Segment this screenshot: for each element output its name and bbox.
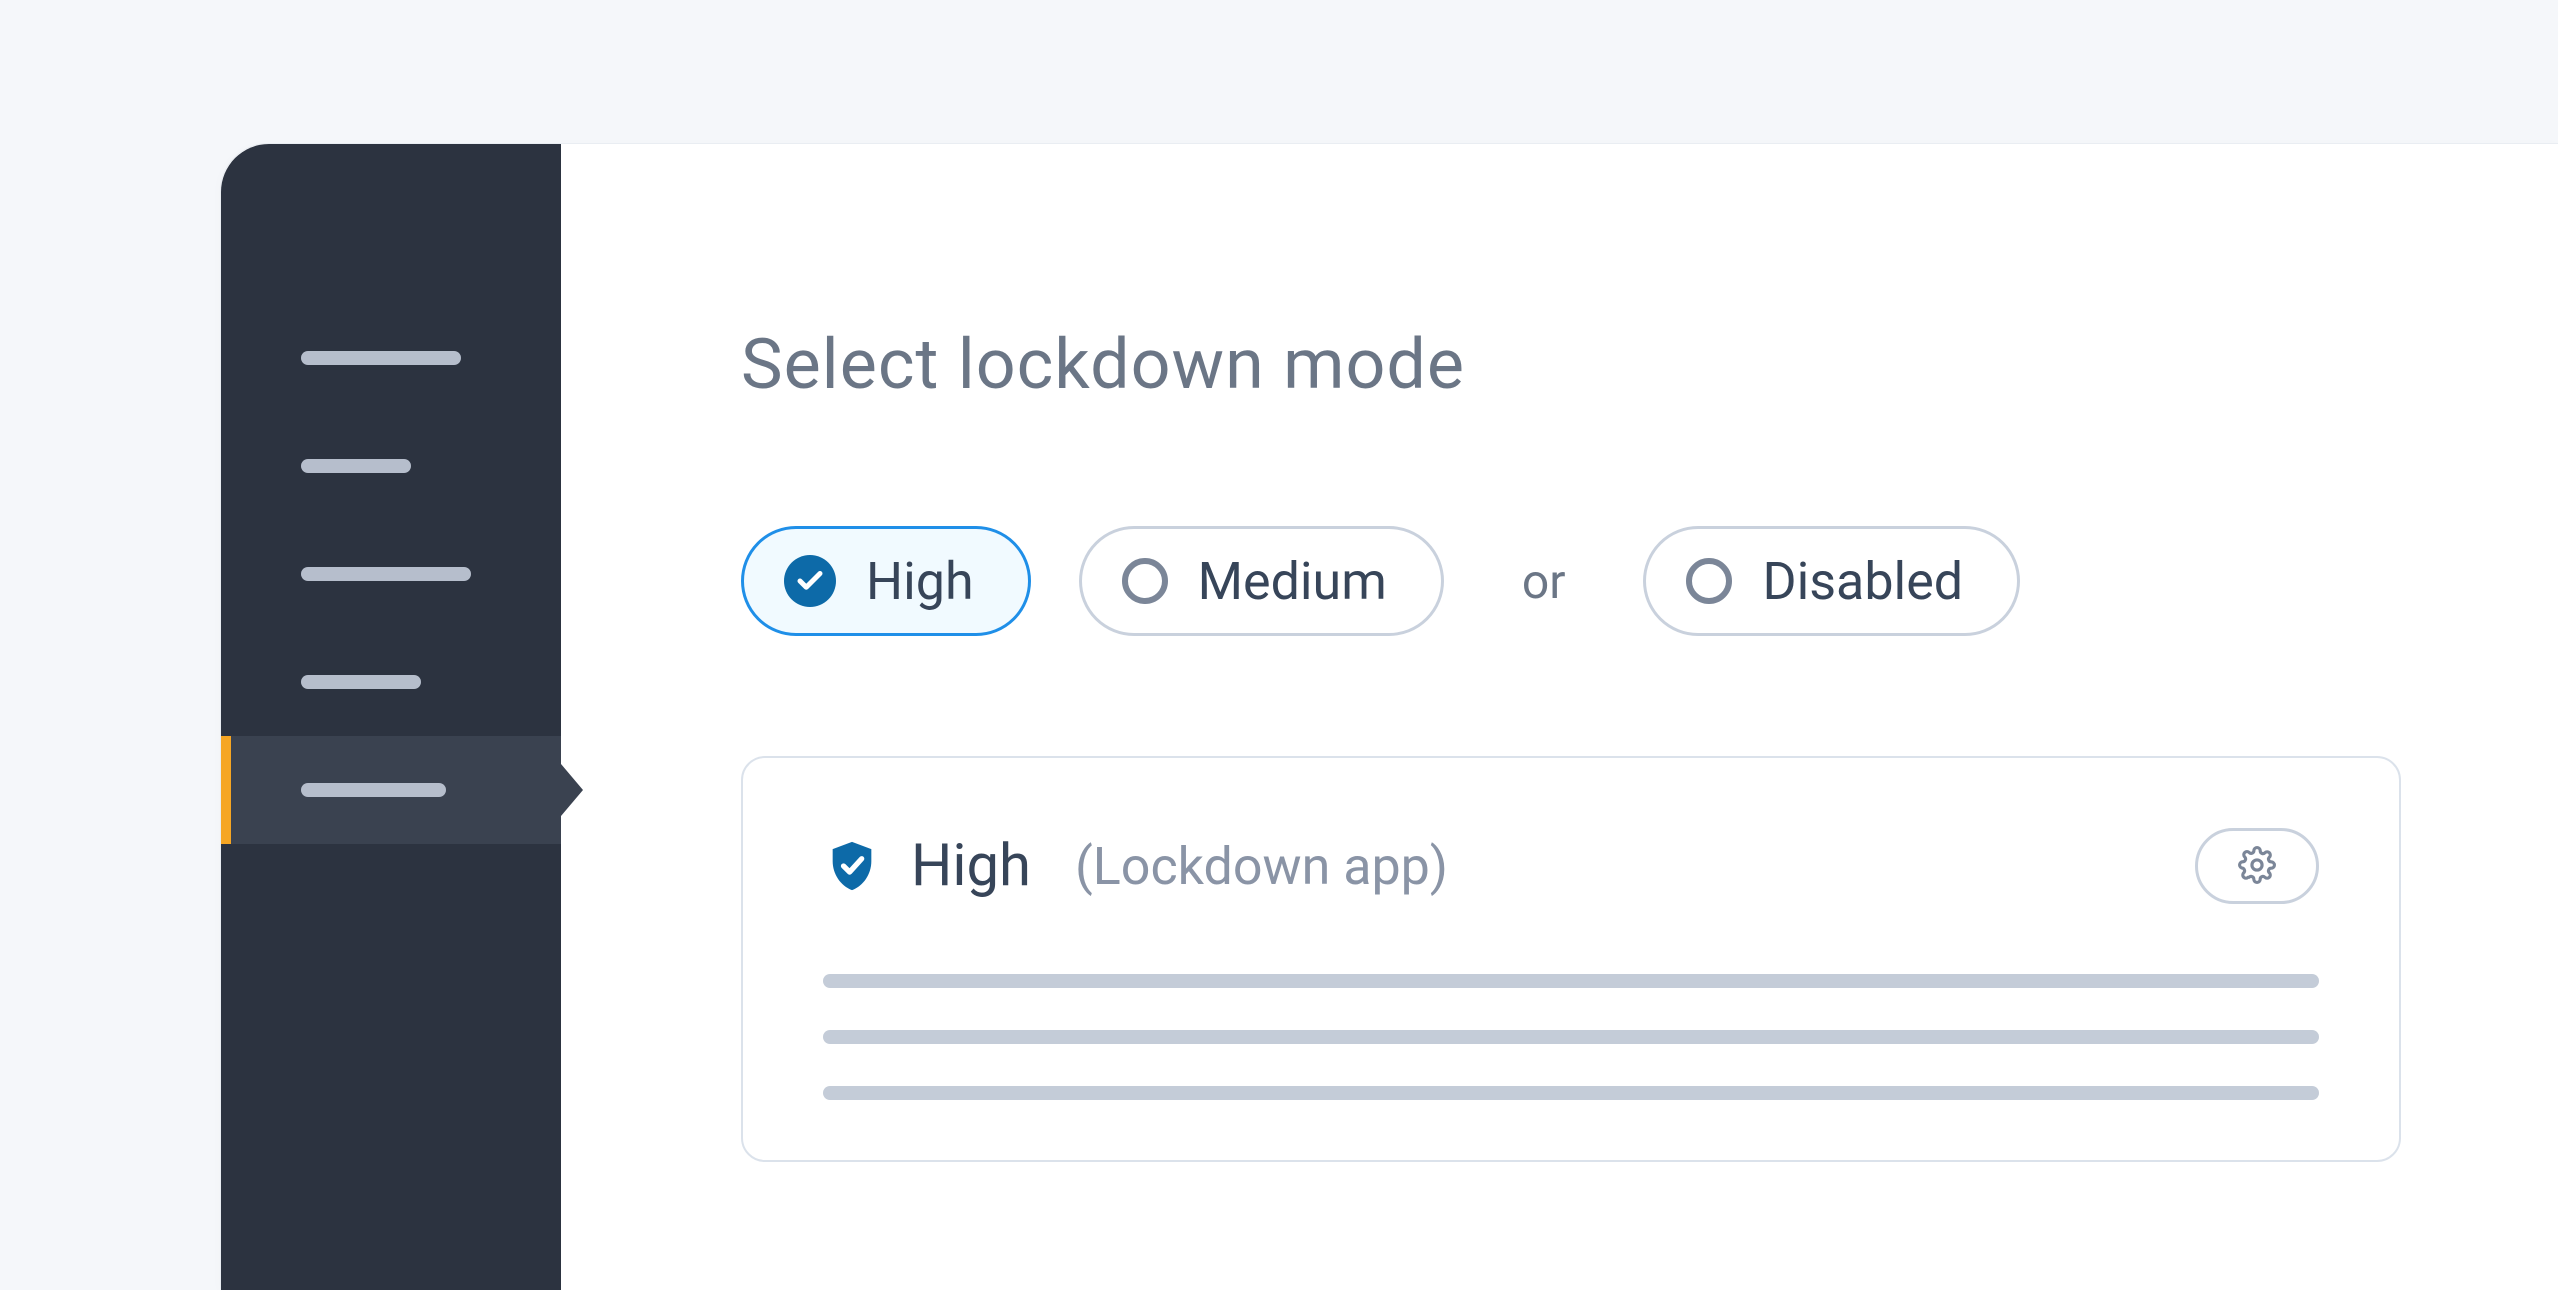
card-header: High (Lockdown app) bbox=[823, 828, 2319, 904]
lockdown-options-row: High Medium or Disabled bbox=[741, 526, 2558, 636]
sidebar-item-placeholder bbox=[301, 783, 446, 797]
card-title: High bbox=[911, 832, 1031, 900]
text-placeholder bbox=[823, 1030, 2319, 1044]
sidebar-item[interactable] bbox=[221, 304, 561, 412]
card-subtitle: (Lockdown app) bbox=[1075, 836, 1448, 897]
sidebar-item-active[interactable] bbox=[221, 736, 561, 844]
or-separator: or bbox=[1492, 553, 1596, 610]
sidebar-item[interactable] bbox=[221, 520, 561, 628]
sidebar-item[interactable] bbox=[221, 628, 561, 736]
shield-check-icon bbox=[823, 837, 881, 895]
page-title: Select lockdown mode bbox=[741, 324, 2558, 406]
sidebar-item-placeholder bbox=[301, 675, 421, 689]
option-label: High bbox=[866, 551, 974, 612]
app-window: Select lockdown mode High Medium or Disa… bbox=[220, 143, 2558, 1290]
settings-button[interactable] bbox=[2195, 828, 2319, 904]
card-body-placeholder bbox=[823, 974, 2319, 1100]
sidebar-item[interactable] bbox=[221, 412, 561, 520]
text-placeholder bbox=[823, 974, 2319, 988]
sidebar-item-placeholder bbox=[301, 567, 471, 581]
sidebar bbox=[221, 144, 561, 1290]
check-icon bbox=[784, 555, 836, 607]
option-disabled[interactable]: Disabled bbox=[1643, 526, 2020, 636]
sidebar-item-placeholder bbox=[301, 351, 461, 365]
option-medium[interactable]: Medium bbox=[1079, 526, 1444, 636]
option-high[interactable]: High bbox=[741, 526, 1031, 636]
radio-icon bbox=[1686, 558, 1732, 604]
gear-icon bbox=[2238, 846, 2276, 887]
main-content: Select lockdown mode High Medium or Disa… bbox=[561, 144, 2558, 1290]
lockdown-detail-card: High (Lockdown app) bbox=[741, 756, 2401, 1162]
text-placeholder bbox=[823, 1086, 2319, 1100]
radio-icon bbox=[1122, 558, 1168, 604]
option-label: Medium bbox=[1198, 551, 1387, 612]
option-label: Disabled bbox=[1762, 551, 1963, 612]
sidebar-item-placeholder bbox=[301, 459, 411, 473]
